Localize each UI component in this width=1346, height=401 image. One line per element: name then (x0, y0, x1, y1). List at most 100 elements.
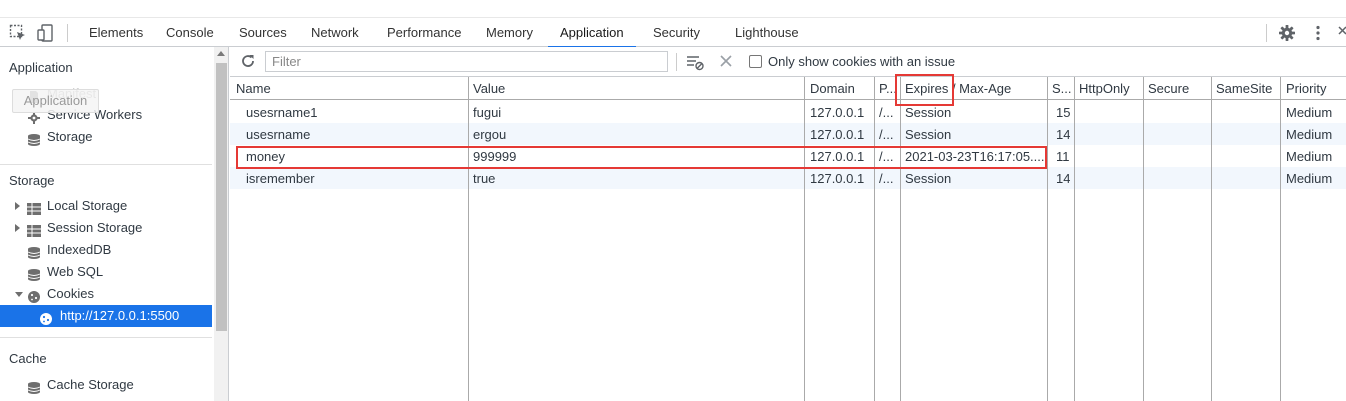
sidebar-item-label: Session Storage (47, 220, 143, 235)
column-divider[interactable] (1074, 77, 1075, 401)
sidebar-item-label: Web SQL (47, 264, 104, 279)
application-sidebar: Application Manifest Service Workers Sto… (0, 47, 229, 401)
tab-sources[interactable]: Sources (227, 18, 299, 48)
cell-value: true (473, 171, 496, 186)
sidebar-item-session-storage[interactable]: Session Storage (0, 217, 212, 239)
column-header-httponly[interactable]: HttpOnly (1079, 81, 1130, 96)
cell-name: usesrname (246, 127, 311, 142)
database-icon (27, 379, 41, 394)
sidebar-item-label: http://127.0.0.1:5500 (60, 308, 180, 323)
cell-expires: Session (905, 127, 952, 142)
tab-console[interactable]: Console (154, 18, 226, 48)
cookies-toolbar: Only show cookies with an issue (230, 47, 1346, 77)
cell-path: /... (879, 127, 894, 142)
close-devtools-icon[interactable] (1336, 24, 1346, 42)
sidebar-item-cache-storage[interactable]: Cache Storage (0, 374, 212, 396)
column-header-size[interactable]: S... (1052, 81, 1072, 96)
cell-path: /... (879, 171, 894, 186)
column-divider[interactable] (900, 77, 901, 401)
cell-path: /... (879, 105, 894, 120)
column-divider[interactable] (1143, 77, 1144, 401)
column-header-domain[interactable]: Domain (810, 81, 855, 96)
tab-security[interactable]: Security (641, 18, 712, 48)
column-header-secure[interactable]: Secure (1148, 81, 1189, 96)
tab-memory[interactable]: Memory (474, 18, 545, 48)
refresh-icon[interactable] (240, 53, 256, 69)
sidebar-item-indexeddb[interactable]: IndexedDB (0, 239, 212, 261)
cell-value: ergou (473, 127, 507, 142)
column-divider[interactable] (468, 77, 469, 401)
toolbar-divider (1266, 24, 1267, 42)
section-title-application: Application (9, 60, 73, 75)
cell-domain: 127.0.0.1 (810, 127, 865, 142)
column-header-path[interactable]: P... (879, 81, 897, 96)
delete-cookie-icon[interactable] (719, 54, 733, 68)
sidebar-scrollbar[interactable] (214, 47, 228, 401)
sidebar-item-web-sql[interactable]: Web SQL (0, 261, 212, 283)
column-header-expires[interactable]: Expires / Max-Age (905, 81, 1011, 96)
column-divider[interactable] (804, 77, 805, 401)
sidebar-item-label: IndexedDB (47, 242, 112, 257)
cell-value: fugui (473, 105, 502, 120)
cookies-table: Name Value Domain P... Expires / Max-Age… (230, 77, 1346, 401)
tab-elements[interactable]: Elements (77, 18, 155, 48)
tab-performance[interactable]: Performance (375, 18, 473, 48)
cell-domain: 127.0.0.1 (810, 171, 865, 186)
scroll-up-arrow-icon[interactable] (217, 51, 225, 56)
sidebar-divider (0, 164, 212, 165)
database-icon (27, 266, 41, 281)
filter-input[interactable] (265, 51, 668, 72)
cell-size: 14 (1056, 171, 1071, 186)
sidebar-item-local-storage[interactable]: Local Storage (0, 195, 212, 217)
clear-filtered-cookies-icon[interactable] (686, 53, 704, 71)
cell-priority: Medium (1286, 105, 1333, 120)
cell-expires: Session (905, 171, 952, 186)
table-grid-icon (27, 222, 41, 237)
cell-domain: 127.0.0.1 (810, 149, 865, 164)
cell-name: money (246, 149, 286, 164)
cell-domain: 127.0.0.1 (810, 105, 865, 120)
more-options-icon[interactable] (1309, 24, 1327, 42)
only-issue-checkbox[interactable] (749, 55, 762, 68)
sidebar-item-cookie-origin[interactable]: http://127.0.0.1:5500 (0, 305, 212, 327)
cell-size: 15 (1056, 105, 1071, 120)
sidebar-item-label: Cache Storage (47, 377, 134, 392)
sidebar-item-storage-overview[interactable]: Storage (0, 126, 212, 148)
column-divider[interactable] (1211, 77, 1212, 401)
column-divider[interactable] (1047, 77, 1048, 401)
cell-priority: Medium (1286, 149, 1333, 164)
cookie-icon (39, 310, 53, 325)
cell-priority: Medium (1286, 127, 1333, 142)
cell-size: 14 (1056, 127, 1071, 142)
table-grid-icon (27, 200, 41, 215)
table-row[interactable]: usesrname ergou 127.0.0.1 /... Session 1… (230, 123, 1346, 145)
column-divider[interactable] (1280, 77, 1281, 401)
scrollbar-thumb[interactable] (216, 63, 227, 331)
collapse-arrow-icon[interactable] (15, 292, 23, 297)
inspect-element-icon[interactable] (9, 24, 27, 42)
only-issue-label: Only show cookies with an issue (768, 54, 956, 69)
expand-arrow-icon[interactable] (15, 224, 20, 232)
table-row[interactable]: usesrname1 fugui 127.0.0.1 /... Session … (230, 101, 1346, 123)
table-row[interactable]: isremember true 127.0.0.1 /... Session 1… (230, 167, 1346, 189)
drag-ghost-label: Application (12, 89, 99, 113)
expand-arrow-icon[interactable] (15, 202, 20, 210)
sidebar-item-cookies[interactable]: Cookies (0, 283, 212, 305)
sidebar-item-label: Storage (47, 129, 93, 144)
tab-application[interactable]: Application (548, 18, 636, 48)
column-header-name[interactable]: Name (236, 81, 271, 96)
gear-icon[interactable] (1278, 24, 1296, 42)
tab-network[interactable]: Network (299, 18, 371, 48)
cell-path: /... (879, 149, 894, 164)
column-header-value[interactable]: Value (473, 81, 505, 96)
column-header-priority[interactable]: Priority (1286, 81, 1326, 96)
column-header-samesite[interactable]: SameSite (1216, 81, 1272, 96)
cell-name: usesrname1 (246, 105, 318, 120)
table-row[interactable]: money 999999 127.0.0.1 /... 2021-03-23T1… (230, 145, 1346, 167)
tab-lighthouse[interactable]: Lighthouse (723, 18, 811, 48)
device-toolbar-icon[interactable] (37, 24, 55, 42)
column-divider[interactable] (874, 77, 875, 401)
section-title-cache: Cache (9, 351, 47, 366)
toolbar-divider (676, 53, 677, 71)
cell-expires: 2021-03-23T16:17:05.... (905, 149, 1045, 164)
